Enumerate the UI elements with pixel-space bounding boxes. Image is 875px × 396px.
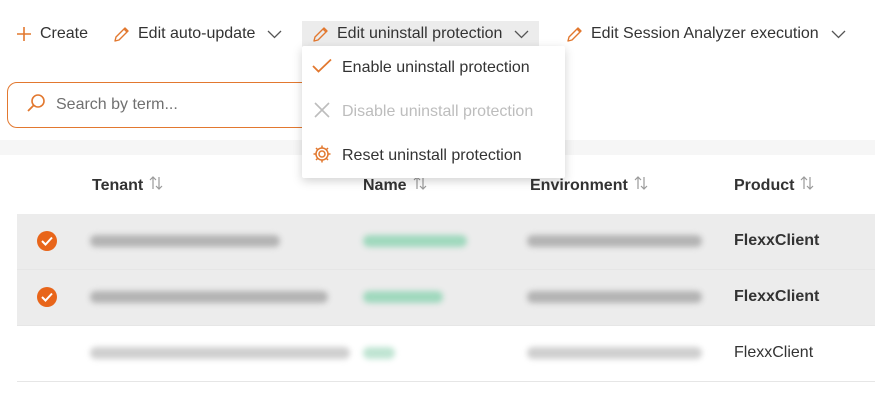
column-header-product[interactable]: Product xyxy=(734,175,814,196)
search-input[interactable] xyxy=(54,95,298,115)
column-label: Product xyxy=(734,176,795,194)
pencil-icon xyxy=(312,26,329,43)
edit-auto-update-button[interactable]: Edit auto-update xyxy=(113,22,282,46)
edit-uninstall-protection-button[interactable]: Edit uninstall protection xyxy=(302,21,540,47)
edit-uninstall-protection-label: Edit uninstall protection xyxy=(337,25,503,42)
table-row[interactable]: FlexxClient xyxy=(17,326,875,382)
edit-auto-update-label: Edit auto-update xyxy=(138,25,256,42)
row-checkbox-checked[interactable] xyxy=(37,231,57,251)
chevron-down-icon xyxy=(267,30,282,39)
table-row[interactable]: FlexxClient xyxy=(17,270,875,326)
environment-cell-redacted xyxy=(527,291,702,303)
tenant-cell-redacted xyxy=(90,235,280,247)
name-link-redacted[interactable] xyxy=(363,235,467,247)
menu-item-label: Disable uninstall protection xyxy=(342,103,534,120)
plus-icon xyxy=(16,26,32,42)
column-label: Name xyxy=(363,176,407,194)
product-cell: FlexxClient xyxy=(734,344,814,361)
table-row[interactable]: FlexxClient xyxy=(17,214,875,270)
tenant-cell-redacted xyxy=(90,291,328,303)
tenant-cell-redacted xyxy=(90,347,350,359)
sort-icon xyxy=(800,175,814,196)
menu-item-enable-uninstall-protection[interactable]: Enable uninstall protection xyxy=(302,46,565,90)
gear-icon xyxy=(312,144,332,169)
column-label: Tenant xyxy=(92,176,144,194)
create-button[interactable]: Create xyxy=(16,22,88,46)
search-box[interactable] xyxy=(7,82,321,128)
name-link-redacted[interactable] xyxy=(363,347,395,359)
product-cell: FlexxClient xyxy=(734,288,820,305)
row-checkbox-checked[interactable] xyxy=(37,287,57,307)
edit-session-analyzer-label: Edit Session Analyzer execution xyxy=(591,25,819,42)
menu-item-reset-uninstall-protection[interactable]: Reset uninstall protection xyxy=(302,134,565,178)
sort-icon xyxy=(634,175,648,196)
chevron-down-icon xyxy=(831,30,846,39)
column-header-name[interactable]: Name xyxy=(363,175,427,196)
chevron-down-icon xyxy=(514,30,529,39)
close-icon xyxy=(312,101,332,123)
pencil-icon xyxy=(566,26,583,43)
column-label: Environment xyxy=(530,176,628,194)
edit-session-analyzer-button[interactable]: Edit Session Analyzer execution xyxy=(566,22,846,46)
column-header-environment[interactable]: Environment xyxy=(530,175,648,196)
uninstall-protection-menu: Enable uninstall protection Disable unin… xyxy=(302,46,565,178)
devices-table: Tenant Name Environment Product FlexxCli… xyxy=(0,155,875,396)
environment-cell-redacted xyxy=(527,347,702,359)
product-cell: FlexxClient xyxy=(734,232,820,249)
column-header-tenant[interactable]: Tenant xyxy=(92,175,163,196)
create-label: Create xyxy=(40,25,89,42)
name-link-redacted[interactable] xyxy=(363,291,443,303)
check-icon xyxy=(312,58,332,79)
menu-item-label: Reset uninstall protection xyxy=(342,147,522,164)
check-icon xyxy=(41,292,53,302)
check-icon xyxy=(41,236,53,246)
sort-icon xyxy=(413,175,427,196)
sort-icon xyxy=(149,175,163,196)
search-icon xyxy=(26,93,46,118)
menu-item-disable-uninstall-protection[interactable]: Disable uninstall protection xyxy=(302,90,565,134)
pencil-icon xyxy=(113,26,130,43)
environment-cell-redacted xyxy=(527,235,702,247)
menu-item-label: Enable uninstall protection xyxy=(342,59,530,76)
